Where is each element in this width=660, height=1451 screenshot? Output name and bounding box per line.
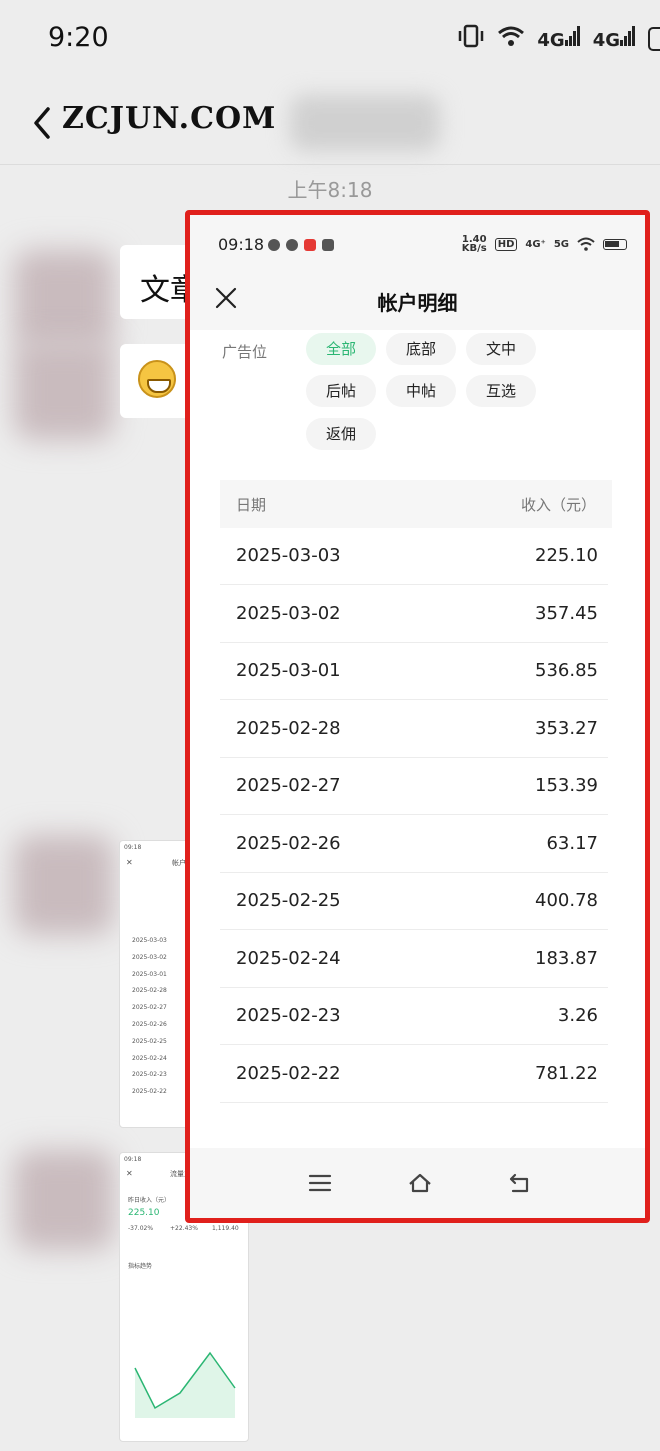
row-income: 3.26	[557, 1005, 598, 1026]
outer-status-time: 9:20	[48, 22, 109, 53]
thumbnail-date: 2025-03-02	[132, 953, 167, 961]
chip-mid-post[interactable]: 中帖	[386, 375, 456, 407]
row-date: 2025-03-03	[236, 545, 341, 566]
table-row[interactable]: 2025-03-03 225.10	[220, 528, 608, 585]
vibrate-icon	[457, 24, 485, 53]
back-icon[interactable]	[30, 103, 54, 143]
home-icon[interactable]	[407, 1170, 433, 1196]
table-row[interactable]: 2025-02-27 153.39	[220, 758, 608, 815]
row-income: 63.17	[546, 832, 598, 854]
avatar	[14, 835, 114, 935]
wifi-icon	[577, 237, 595, 251]
chat-title: ZCJUN.COM	[62, 101, 277, 136]
signal-4g-label: 4G⁺	[525, 238, 546, 250]
row-date: 2025-02-28	[236, 717, 341, 739]
account-detail-screenshot: 09:18 1.40 KB/s HD 4G⁺ 5G 帐户明细 广告位 全部 底部 …	[185, 210, 650, 1223]
signal-icon-2: 4G	[593, 26, 636, 51]
signal-5g-label: 5G	[553, 238, 569, 250]
thumbnail-date: 2025-02-26	[132, 1020, 167, 1028]
table-row[interactable]: 2025-02-26 63.17	[220, 816, 608, 873]
wechat-icon	[268, 239, 280, 251]
thumbnail-date-list: 2025-03-03 2025-03-02 2025-03-01 2025-02-28…	[132, 933, 167, 1101]
signal-icon-1: 4G	[537, 26, 580, 51]
row-date: 2025-02-26	[236, 832, 341, 854]
row-income: 183.87	[535, 947, 598, 969]
app-icon	[304, 239, 316, 251]
battery-icon	[603, 238, 627, 250]
thumbnail-date: 2025-03-01	[132, 970, 167, 978]
thumbnail-date: 2025-02-28	[132, 987, 167, 995]
table-header: 日期 收入（元）	[220, 480, 612, 528]
avatar	[14, 1150, 114, 1250]
row-date: 2025-02-23	[236, 1005, 341, 1026]
thumbnail-date: 2025-03-03	[132, 937, 167, 944]
row-date: 2025-02-27	[236, 775, 341, 796]
battery-icon	[648, 26, 660, 51]
thumbnail-date: 2025-02-25	[132, 1037, 167, 1045]
wifi-icon	[497, 25, 525, 52]
thumbnail-date: 2025-02-24	[132, 1054, 167, 1062]
menu-icon[interactable]	[307, 1170, 333, 1196]
chip-in-article[interactable]: 文中	[466, 333, 536, 365]
chat-timestamp: 上午8:18	[287, 178, 373, 202]
thumbnail-date: 2025-02-23	[132, 1071, 167, 1079]
inner-header: 帐户明细	[190, 270, 645, 330]
blurred-contact-name	[290, 95, 440, 151]
chat-header: ZCJUN.COM	[0, 85, 660, 165]
table-row[interactable]: 2025-03-02 357.45	[220, 586, 608, 643]
thumbnail-trend-chart	[134, 1351, 236, 1418]
chip-back-post[interactable]: 后帖	[306, 375, 376, 407]
outer-status-bar: 9:20 4G 4G	[0, 0, 660, 80]
table-row[interactable]: 2025-03-01 536.85	[220, 643, 608, 700]
image-message-thumbnail-1[interactable]: 09:18 ✕ 帐户明 2025-03-032025-03-022025-03-…	[119, 840, 189, 1128]
inner-navigation-bar	[190, 1148, 645, 1218]
calendar-icon	[322, 239, 334, 251]
row-income: 353.27	[535, 717, 598, 739]
thumbnail-date: 2025-02-22	[132, 1088, 167, 1096]
avatar	[14, 250, 114, 350]
row-date: 2025-03-01	[236, 660, 341, 681]
inner-status-bar: 09:18 1.40 KB/s HD 4G⁺ 5G	[190, 215, 645, 277]
hd-badge: HD	[494, 237, 518, 251]
table-row[interactable]: 2025-02-25 400.78	[220, 873, 608, 930]
page-title: 帐户明细	[377, 291, 458, 315]
chip-rebate[interactable]: 返佣	[306, 418, 376, 450]
table-row[interactable]: 2025-02-22 781.22	[220, 1046, 608, 1103]
filter-label: 广告位	[222, 343, 268, 361]
avatar	[14, 340, 114, 440]
row-income: 225.10	[535, 545, 598, 566]
table-row[interactable]: 2025-02-28 353.27	[220, 701, 608, 758]
thumbnail-date: 2025-02-27	[132, 1004, 167, 1012]
chip-bottom[interactable]: 底部	[386, 333, 456, 365]
network-speed: 1.40 KB/s	[461, 234, 487, 254]
row-date: 2025-02-22	[236, 1062, 341, 1084]
table-row[interactable]: 2025-02-23 3.26	[220, 988, 608, 1045]
column-header-income: 收入（元）	[520, 496, 596, 514]
return-icon[interactable]	[507, 1170, 533, 1196]
inner-status-time: 09:18	[218, 235, 265, 254]
grin-emoji-icon	[138, 360, 176, 398]
row-income: 153.39	[535, 775, 598, 796]
chat-icon	[286, 239, 298, 251]
row-date: 2025-02-25	[236, 890, 341, 911]
row-date: 2025-02-24	[236, 947, 341, 969]
table-row[interactable]: 2025-02-24 183.87	[220, 931, 608, 988]
row-date: 2025-03-02	[236, 602, 341, 624]
chip-all[interactable]: 全部	[306, 333, 376, 365]
row-income: 781.22	[535, 1062, 598, 1084]
row-income: 357.45	[535, 602, 598, 624]
row-income: 536.85	[535, 660, 598, 681]
row-income: 400.78	[535, 890, 598, 911]
column-header-date: 日期	[236, 496, 267, 514]
chip-mutual[interactable]: 互选	[466, 375, 536, 407]
